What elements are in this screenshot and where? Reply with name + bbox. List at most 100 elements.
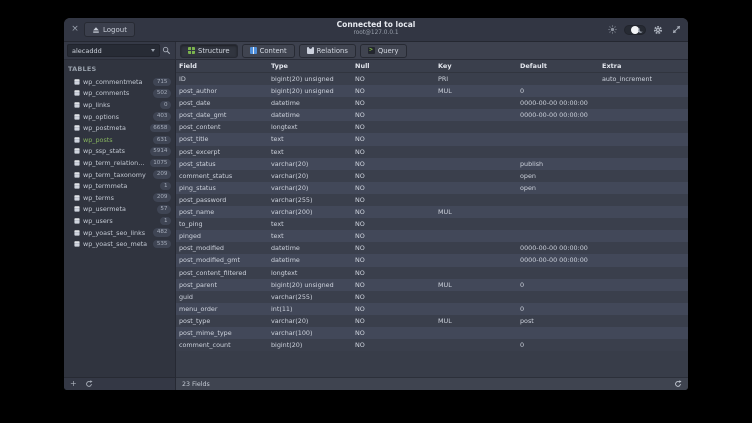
table-list-item[interactable]: wp_ssp_stats 5914 [64,146,175,158]
table-name: wp_ssp_stats [83,147,125,155]
row-count-badge: 6658 [150,124,171,133]
table-list-item[interactable]: wp_usermeta 57 [64,204,175,216]
field-name-cell: post_type [176,315,268,327]
table-name: wp_termmeta [83,182,127,190]
table-name: wp_yoast_seo_meta [83,240,147,248]
table-list-item[interactable]: wp_term_relationships 1075 [64,157,175,169]
view-tab[interactable]: Query [360,44,407,58]
extra-cell [599,170,688,182]
table-list-item[interactable]: wp_yoast_seo_links 482 [64,227,175,239]
field-row[interactable]: to_ping text NO [176,218,688,230]
tables-list: wp_commentmeta 715 wp_comments [64,76,175,377]
statusbar: 23 Fields [176,377,688,390]
column-header: Type [268,60,352,72]
null-cell: NO [352,182,435,194]
null-cell: NO [352,315,435,327]
extra-cell [599,146,688,158]
field-row[interactable]: post_content longtext NO [176,121,688,133]
null-cell: NO [352,230,435,242]
null-cell: NO [352,206,435,218]
dark-mode-toggle[interactable] [624,25,646,35]
row-count-badge: 209 [153,170,171,179]
row-count-badge: 1075 [150,159,171,168]
key-cell [435,158,517,170]
window-close-button[interactable]: × [70,25,80,34]
refresh-tables-icon[interactable] [85,380,93,388]
table-list-item[interactable]: wp_termmeta 1 [64,180,175,192]
field-row[interactable]: comment_count bigint(20) NO 0 [176,339,688,351]
add-table-icon[interactable]: + [70,380,77,388]
tab-label: Query [378,47,399,55]
field-row[interactable]: pinged text NO [176,230,688,242]
field-row[interactable]: post_status varchar(20) NO publish [176,158,688,170]
field-name-cell: post_content_filtered [176,267,268,279]
table-list-item[interactable]: wp_commentmeta 715 [64,76,175,88]
field-name-cell: post_modified [176,242,268,254]
field-row[interactable]: post_name varchar(200) NO MUL [176,206,688,218]
default-cell: open [517,170,599,182]
table-name: wp_usermeta [83,205,126,213]
field-row[interactable]: post_password varchar(255) NO [176,194,688,206]
field-row[interactable]: post_content_filtered longtext NO [176,267,688,279]
database-selector[interactable]: alecaddd [67,44,160,57]
field-row[interactable]: post_date_gmt datetime NO 0000-00-00 00:… [176,109,688,121]
table-list-item[interactable]: wp_links 0 [64,99,175,111]
table-list-item[interactable]: wp_terms 209 [64,192,175,204]
field-row[interactable]: post_title text NO [176,133,688,145]
table-list-item[interactable]: wp_options 403 [64,111,175,123]
row-count-badge: 1 [160,182,171,191]
field-row[interactable]: post_parent bigint(20) unsigned NO MUL 0 [176,279,688,291]
structure-icon [188,47,195,54]
table-icon [74,206,80,212]
fullscreen-expand-icon[interactable] [670,24,682,36]
field-row[interactable]: post_author bigint(20) unsigned NO MUL 0 [176,85,688,97]
field-row[interactable]: post_date datetime NO 0000-00-00 00:00:0… [176,97,688,109]
key-cell: MUL [435,206,517,218]
field-row[interactable]: post_modified_gmt datetime NO 0000-00-00… [176,254,688,266]
field-row[interactable]: comment_status varchar(20) NO open [176,170,688,182]
row-count-badge: 209 [153,193,171,202]
type-cell: varchar(255) [268,291,352,303]
field-name-cell: post_title [176,133,268,145]
search-tables-button[interactable] [160,44,172,57]
view-tab[interactable]: Relations [299,44,356,58]
settings-gear-icon[interactable] [652,24,664,36]
key-cell [435,194,517,206]
view-tab[interactable]: Structure [180,44,238,58]
table-list-item[interactable]: wp_users 1 [64,215,175,227]
refresh-structure-icon[interactable] [674,380,682,388]
field-row[interactable]: post_type varchar(20) NO MUL post [176,315,688,327]
field-row[interactable]: guid varchar(255) NO [176,291,688,303]
row-count-badge: 1 [160,217,171,226]
type-cell: varchar(255) [268,194,352,206]
field-name-cell: ID [176,73,268,85]
table-list-item[interactable]: wp_postmeta 6658 [64,122,175,134]
search-icon [162,46,171,55]
app-window: × Logout Connected to local root@127.0.0… [64,18,688,390]
field-row[interactable]: post_excerpt text NO [176,146,688,158]
null-cell: NO [352,218,435,230]
table-name: wp_terms [83,194,114,202]
field-name-cell: post_content [176,121,268,133]
content-icon [250,47,257,54]
field-row[interactable]: menu_order int(11) NO 0 [176,303,688,315]
field-row[interactable]: ping_status varchar(20) NO open [176,182,688,194]
extra-cell [599,242,688,254]
logout-button[interactable]: Logout [84,22,135,37]
column-header: Extra [599,60,688,72]
default-cell [517,121,599,133]
table-list-item[interactable]: wp_yoast_seo_meta 535 [64,238,175,250]
table-list-item[interactable]: wp_comments 502 [64,88,175,100]
row-count-badge: 715 [153,78,171,87]
field-name-cell: post_parent [176,279,268,291]
field-row[interactable]: post_modified datetime NO 0000-00-00 00:… [176,242,688,254]
field-name-cell: post_author [176,85,268,97]
key-cell [435,339,517,351]
table-icon [74,102,80,108]
view-tab[interactable]: Content [242,44,295,58]
extra-cell [599,206,688,218]
field-row[interactable]: ID bigint(20) unsigned NO PRI auto_incre… [176,73,688,85]
field-row[interactable]: post_mime_type varchar(100) NO [176,327,688,339]
table-list-item[interactable]: wp_posts 631 [64,134,175,146]
table-list-item[interactable]: wp_term_taxonomy 209 [64,169,175,181]
